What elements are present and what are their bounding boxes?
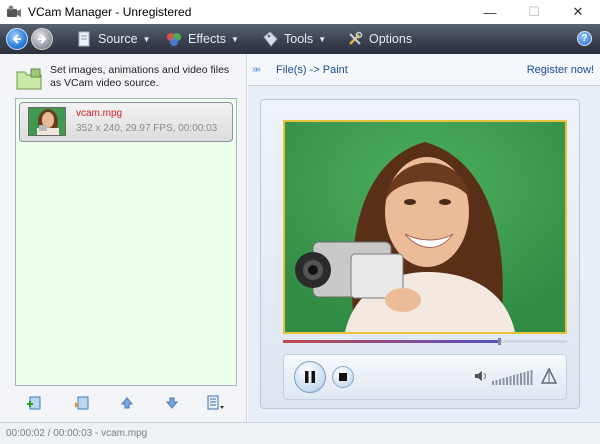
path-breadcrumb: File(s) -> Paint (276, 64, 348, 76)
thumbnail-image (29, 108, 65, 135)
chevron-down-icon: ▼ (230, 34, 239, 44)
folder-icon (16, 68, 42, 90)
video-thumbnail (28, 107, 66, 136)
chevron-down-icon: ▼ (142, 34, 151, 44)
video-frame-image (285, 122, 565, 332)
move-up-button[interactable] (118, 394, 136, 412)
chevron-down-icon: ▼ (318, 34, 327, 44)
main-toolbar: Source ▼ Effects ▼ Tools ▼ Options ? (0, 24, 600, 54)
effects-icon (167, 33, 181, 46)
menu-tools-label: Tools (284, 32, 314, 46)
list-toolbar (15, 394, 237, 414)
menu-tools[interactable]: Tools ▼ (262, 24, 326, 54)
maximize-button[interactable]: ☐ (512, 0, 556, 24)
back-button[interactable] (6, 28, 28, 50)
list-item[interactable]: vcam.mpg 352 x 240, 29.97 FPS, 00:00:03 (19, 102, 233, 142)
menu-effects-label: Effects (188, 32, 226, 46)
tools-icon (349, 31, 363, 45)
menu-options-label: Options (369, 32, 413, 46)
arrow-right-icon (38, 34, 47, 44)
menu-source-label: Source (98, 32, 138, 46)
insert-icon (75, 396, 89, 410)
preview-panel: »» File(s) -> Paint Register now! (248, 54, 600, 422)
source-hint-text: Set images, animations and video files a… (50, 64, 230, 89)
status-bar: 00:00:02 / 00:00:03 - vcam.mpg (0, 422, 600, 444)
video-preview (283, 120, 567, 334)
path-bar: »» File(s) -> Paint Register now! (248, 54, 600, 86)
item-file-info: 352 x 240, 29.97 FPS, 00:00:03 (76, 123, 218, 134)
move-down-button[interactable] (163, 394, 181, 412)
source-list[interactable]: vcam.mpg 352 x 240, 29.97 FPS, 00:00:03 (15, 98, 237, 386)
arrow-down-icon (165, 397, 179, 409)
pause-button[interactable] (294, 361, 326, 393)
register-link[interactable]: Register now! (527, 64, 594, 76)
double-chevron-icon: »» (252, 64, 261, 75)
arrow-left-icon (12, 34, 21, 44)
timeline-progress (283, 340, 499, 343)
stop-button[interactable] (332, 366, 354, 388)
tag-icon (263, 31, 278, 47)
timeline-handle[interactable] (497, 338, 501, 345)
arrow-up-icon (120, 397, 134, 409)
forward-button[interactable] (31, 28, 53, 50)
playback-timeline[interactable] (283, 338, 567, 345)
add-file-icon (27, 396, 41, 410)
window-title: VCam Manager - Unregistered (28, 5, 192, 19)
page-icon (78, 31, 90, 47)
volume-slider[interactable] (492, 367, 534, 385)
help-icon: ? (581, 33, 588, 44)
minimize-button[interactable]: — (468, 0, 512, 24)
list-menu-icon (207, 395, 224, 410)
close-button[interactable]: ✕ (556, 0, 600, 24)
pause-icon (305, 371, 315, 383)
player-controls (283, 354, 567, 400)
equalizer-icon[interactable] (540, 367, 558, 385)
video-player (260, 99, 580, 409)
menu-effects[interactable]: Effects ▼ (166, 24, 239, 54)
add-file-button[interactable] (25, 394, 43, 412)
add-url-button[interactable] (73, 394, 91, 412)
help-button[interactable]: ? (577, 31, 592, 46)
source-panel: Set images, animations and video files a… (0, 54, 247, 422)
window-controls: — ☐ ✕ (468, 0, 600, 24)
title-bar: VCam Manager - Unregistered — ☐ ✕ (0, 0, 600, 24)
app-camera-icon (7, 5, 21, 17)
item-file-name: vcam.mpg (76, 108, 123, 119)
menu-source[interactable]: Source ▼ (76, 24, 151, 54)
list-menu-button[interactable] (207, 394, 225, 412)
status-text: 00:00:02 / 00:00:03 - vcam.mpg (6, 428, 148, 439)
menu-options[interactable]: Options (347, 24, 412, 54)
speaker-icon[interactable] (474, 369, 488, 383)
stop-icon (339, 373, 347, 381)
source-hint: Set images, animations and video files a… (16, 64, 241, 90)
